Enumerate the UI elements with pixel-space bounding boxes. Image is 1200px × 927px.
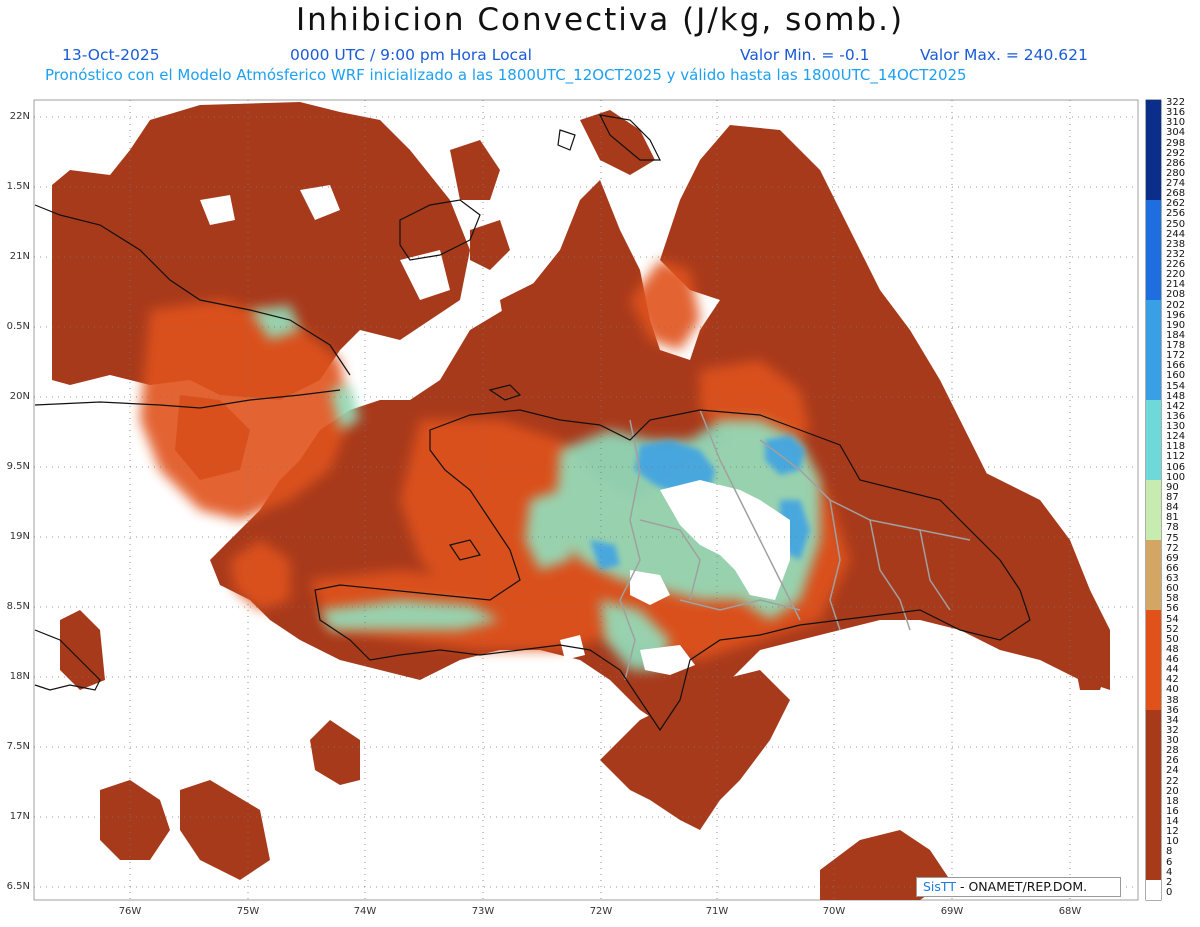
lat-label: 7.5N (6, 741, 30, 752)
colorbar-label: 208 (1166, 289, 1186, 301)
lon-label: 72W (589, 906, 613, 917)
map-canvas (33, 99, 1162, 901)
lon-label: 70W (822, 906, 846, 917)
lat-label: 9.5N (6, 461, 30, 472)
lon-label: 75W (236, 906, 260, 917)
sistt-logo-text: SisTT (923, 879, 956, 894)
lat-label: 1.5N (6, 181, 30, 192)
colorbar-label: 0 (1166, 887, 1173, 898)
lon-label: 69W (940, 906, 964, 917)
lat-label: 18N (9, 671, 30, 682)
lat-label: 22N (9, 111, 30, 122)
lon-label: 74W (353, 906, 377, 917)
colorbar-label: 75 (1166, 532, 1179, 544)
lon-label: 76W (118, 906, 142, 917)
colorbar-label: 298 (1166, 137, 1186, 149)
colorbar-label: 256 (1166, 208, 1186, 220)
colorbar (1145, 99, 1162, 901)
lat-label: 19N (9, 531, 30, 542)
colorbar-label: 8 (1166, 846, 1173, 858)
lon-label: 71W (705, 906, 729, 917)
lat-label: 8.5N (6, 601, 30, 612)
lat-label: 17N (9, 811, 30, 822)
lat-label: 20N (9, 391, 30, 402)
credit-box: SisTT - ONAMET/REP.DOM. (916, 877, 1121, 897)
lon-label: 73W (471, 906, 495, 917)
colorbar-label: 40 (1166, 684, 1179, 696)
lon-label: 68W (1058, 906, 1082, 917)
lat-label: 21N (9, 251, 30, 262)
colorbar-label: 78 (1166, 522, 1179, 534)
lat-label: 6.5N (6, 881, 30, 892)
credit-text: - ONAMET/REP.DOM. (959, 879, 1088, 894)
lat-label: 0.5N (6, 321, 30, 332)
colorbar-label: 304 (1166, 127, 1186, 139)
colorbar-label: 160 (1166, 370, 1186, 382)
colorbar-label: 24 (1166, 765, 1179, 777)
colorbar-label: 56 (1166, 603, 1179, 615)
colorbar-label: 112 (1166, 451, 1186, 463)
